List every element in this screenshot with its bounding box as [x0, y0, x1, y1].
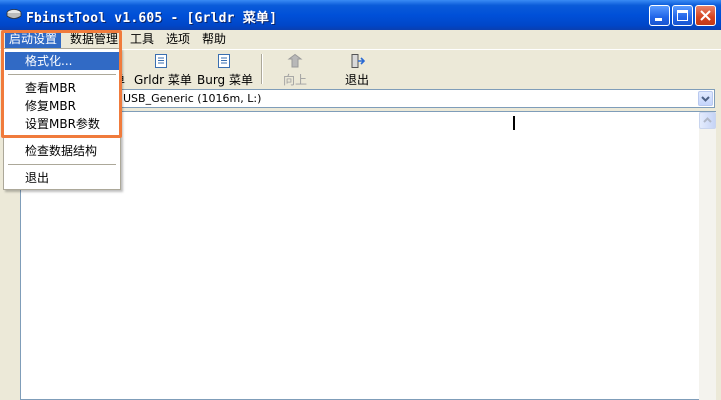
document-icon: [218, 54, 230, 68]
dropdown-separator: [8, 74, 116, 75]
maximize-icon: [677, 10, 688, 21]
dropdown-item-exit[interactable]: 退出: [5, 169, 119, 187]
dropdown-item-repair-mbr[interactable]: 修复MBR: [5, 97, 119, 115]
menu-data-management[interactable]: 数据管理: [66, 31, 122, 48]
menu-boot-settings[interactable]: 启动设置: [5, 31, 62, 48]
device-select-value: USB_Generic (1016m, L:): [123, 92, 262, 105]
chevron-down-icon: [701, 96, 710, 102]
menu-bar: 启动设置 数据管理 工具 选项 帮助: [0, 30, 721, 49]
chevron-up-icon: [703, 117, 712, 123]
grldr-menu-label: Grldr 菜单: [134, 73, 192, 87]
maximize-button[interactable]: [672, 5, 693, 26]
dropdown-item-mbr-params[interactable]: 设置MBR参数: [5, 115, 119, 133]
menu-tools[interactable]: 工具: [126, 31, 158, 48]
dropdown-item-format[interactable]: 格式化...: [5, 52, 119, 70]
device-select-dropdown-button[interactable]: [698, 91, 713, 106]
toolbar-separator: [261, 54, 263, 84]
up-label: 向上: [282, 73, 307, 87]
grldr-menu-button[interactable]: Grldr 菜单: [134, 53, 192, 87]
dropdown-separator: [8, 137, 116, 138]
burg-menu-label: Burg 菜单: [197, 73, 253, 87]
vertical-scrollbar[interactable]: [699, 111, 716, 400]
menu-options[interactable]: 选项: [162, 31, 194, 48]
right-panel-strip: [716, 111, 721, 400]
menu-help[interactable]: 帮助: [198, 31, 230, 48]
burg-menu-button[interactable]: Burg 菜单: [197, 53, 253, 87]
app-window: FbinstTool v1.605 - [Grldr 菜单] 启动设置 数据管理…: [0, 0, 721, 400]
exit-label: 退出: [344, 73, 369, 87]
close-icon: [700, 10, 711, 21]
text-caret: [513, 116, 515, 130]
exit-button[interactable]: 退出: [342, 53, 372, 87]
up-button[interactable]: 向上: [280, 53, 310, 87]
app-drive-icon: [6, 9, 22, 19]
window-title: FbinstTool v1.605 - [Grldr 菜单]: [26, 11, 278, 26]
menu-editor-textarea[interactable]: [20, 111, 701, 400]
document-icon: [155, 54, 167, 68]
close-button[interactable]: [695, 5, 716, 26]
dropdown-separator: [8, 164, 116, 165]
up-folder-icon: [287, 53, 303, 68]
device-select[interactable]: USB_Generic (1016m, L:): [20, 89, 715, 108]
title-bar[interactable]: FbinstTool v1.605 - [Grldr 菜单]: [0, 0, 721, 30]
boot-settings-dropdown: 格式化... 查看MBR 修复MBR 设置MBR参数 检查数据结构 退出: [3, 48, 121, 190]
dropdown-item-view-mbr[interactable]: 查看MBR: [5, 79, 119, 97]
minimize-button[interactable]: [649, 5, 670, 26]
dropdown-item-check-structure[interactable]: 检查数据结构: [5, 142, 119, 160]
scroll-up-button[interactable]: [699, 112, 716, 129]
exit-door-icon: [351, 54, 365, 68]
minimize-icon: [655, 18, 662, 21]
